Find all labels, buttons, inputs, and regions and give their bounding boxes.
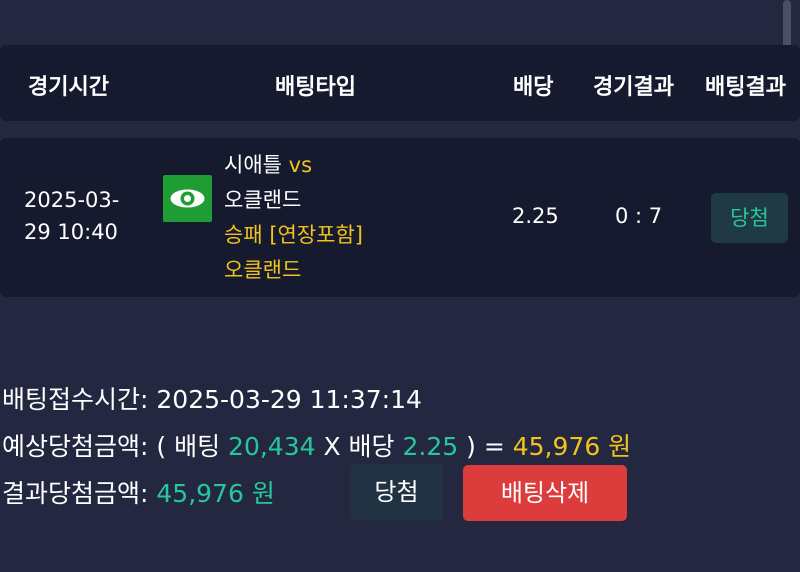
bet-pick: 오클랜드 bbox=[224, 258, 302, 282]
receipt-time-line: 배팅접수시간: 2025-03-29 11:37:14 bbox=[2, 380, 422, 416]
game-time-clock: 29 10:40 bbox=[24, 220, 118, 244]
win-button[interactable]: 당첨 bbox=[350, 464, 443, 520]
expected-odds: 2.25 bbox=[402, 432, 459, 461]
vs-label: vs bbox=[288, 153, 313, 177]
expected-open: ( 배팅 bbox=[156, 432, 221, 461]
times-odds: X 배당 bbox=[323, 432, 395, 461]
home-team: 시애틀 bbox=[224, 153, 282, 177]
bet-odds: 2.25 bbox=[512, 204, 559, 228]
header-bet-result: 배팅결과 bbox=[705, 75, 786, 100]
expected-close: ) = bbox=[466, 432, 505, 461]
header-odds: 배당 bbox=[513, 75, 554, 100]
bet-row: 2025-03- 29 10:40 시애틀 vs 오클랜드 승패 [연장포함] … bbox=[0, 138, 800, 297]
expected-payout-label: 예상당첨금액: bbox=[2, 432, 149, 461]
receipt-time-value: 2025-03-29 11:37:14 bbox=[156, 385, 422, 414]
header-bet-type: 배팅타입 bbox=[275, 75, 356, 100]
game-time: 2025-03- 29 10:40 bbox=[24, 184, 134, 248]
match-score: 0 : 7 bbox=[615, 204, 663, 228]
result-payout-label: 결과당첨금액: bbox=[2, 479, 149, 508]
stake-amount: 20,434 bbox=[228, 432, 316, 461]
market-type: 승패 [연장포함] bbox=[224, 223, 363, 247]
expected-amount: 45,976 원 bbox=[512, 432, 632, 461]
bet-result-badge: 당첨 bbox=[711, 193, 788, 243]
header-match-result: 경기결과 bbox=[593, 75, 674, 100]
game-time-date: 2025-03- bbox=[24, 188, 120, 212]
receipt-time-label: 배팅접수시간: bbox=[2, 385, 149, 414]
bet-details: 시애틀 vs 오클랜드 승패 [연장포함] 오클랜드 bbox=[224, 148, 363, 288]
result-payout-amount: 45,976 원 bbox=[156, 479, 275, 508]
eye-icon bbox=[163, 175, 212, 222]
expected-payout-line: 예상당첨금액: ( 배팅 20,434 X 배당 2.25 ) = 45,976… bbox=[2, 427, 631, 463]
away-team: 오클랜드 bbox=[224, 188, 302, 212]
delete-bet-button[interactable]: 배팅삭제 bbox=[463, 465, 627, 521]
header-game-time: 경기시간 bbox=[28, 75, 109, 100]
bet-table-header: 경기시간 배팅타입 배당 경기결과 배팅결과 bbox=[0, 45, 800, 121]
result-payout-line: 결과당첨금액: 45,976 원 bbox=[2, 474, 275, 510]
